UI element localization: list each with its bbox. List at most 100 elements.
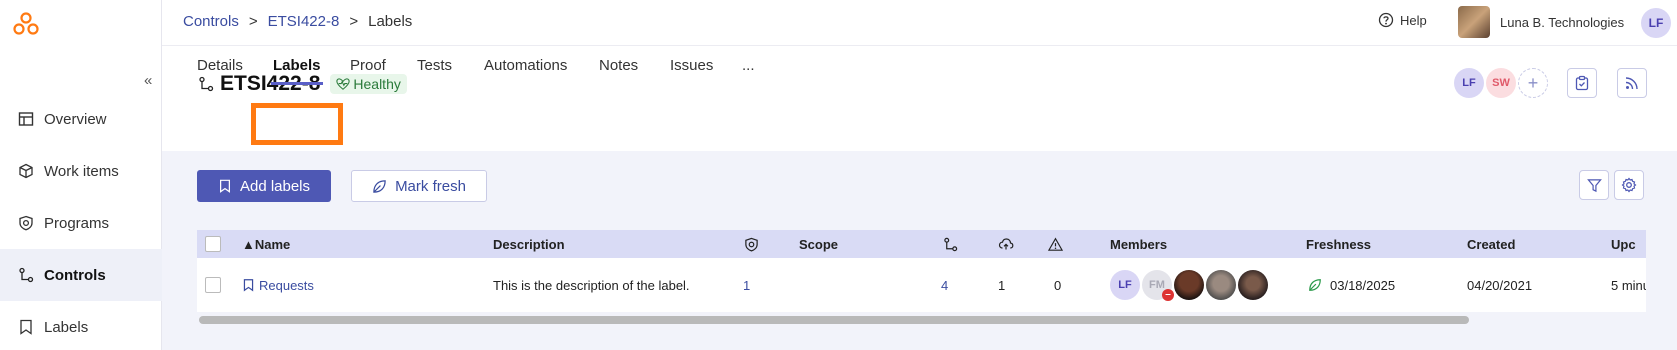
- row-checkbox[interactable]: [205, 277, 221, 293]
- sidebar-item-label: Overview: [44, 110, 107, 128]
- table-horizontal-scrollbar[interactable]: [197, 316, 1646, 324]
- org-switcher[interactable]: Luna B. Technologies: [1458, 6, 1624, 38]
- bookmark-icon: [243, 279, 254, 292]
- label-description: This is the description of the label.: [493, 277, 690, 293]
- select-all-cell: [205, 230, 221, 258]
- member-photo-avatar[interactable]: [1174, 270, 1204, 300]
- member-avatar-inactive[interactable]: FM –: [1142, 270, 1174, 301]
- sidebar-item-label: Controls: [44, 266, 106, 284]
- tab-issues[interactable]: Issues: [670, 46, 713, 85]
- overview-icon: [18, 111, 34, 127]
- table-row[interactable]: Requests This is the description of the …: [197, 258, 1646, 312]
- col-created[interactable]: Created: [1467, 230, 1515, 258]
- breadcrumb-control-id[interactable]: ETSI422-8: [268, 13, 340, 30]
- filter-icon: [1586, 178, 1602, 192]
- col-members[interactable]: Members: [1110, 230, 1167, 258]
- col-updated[interactable]: Upc: [1611, 230, 1636, 258]
- sidebar-item-label: Programs: [44, 214, 110, 232]
- scrollbar-thumb[interactable]: [199, 316, 1469, 324]
- rss-icon: [1625, 77, 1638, 90]
- col-freshness[interactable]: Freshness: [1306, 230, 1371, 258]
- org-name: Luna B. Technologies: [1500, 14, 1625, 30]
- col-issues[interactable]: [1048, 230, 1063, 258]
- leaf-icon: [373, 179, 386, 193]
- org-avatar: [1458, 6, 1490, 38]
- mark-fresh-button[interactable]: Mark fresh: [351, 170, 487, 202]
- add-owner-button[interactable]: +: [1518, 68, 1548, 98]
- sidebar-item-programs[interactable]: Programs: [0, 197, 162, 249]
- member-photo-avatar[interactable]: [1206, 270, 1236, 300]
- breadcrumb-controls[interactable]: Controls: [183, 13, 239, 30]
- leaf-icon: [1309, 279, 1321, 291]
- col-description[interactable]: Description: [493, 230, 565, 258]
- created-date: 04/20/2021: [1467, 277, 1533, 293]
- select-all-checkbox[interactable]: [205, 236, 221, 252]
- programs-count[interactable]: 1: [743, 258, 750, 312]
- controls-icon: [944, 237, 958, 251]
- updated-time: 5 minu: [1611, 277, 1646, 293]
- sidebar: « Overview Work items Programs Controls …: [0, 0, 162, 350]
- settings-button[interactable]: [1614, 170, 1644, 200]
- breadcrumb: Controls > ETSI422-8 > Labels: [183, 13, 412, 30]
- sidebar-item-labels[interactable]: Labels: [0, 301, 162, 350]
- label-name: Requests: [259, 277, 314, 293]
- user-avatar[interactable]: LF: [1641, 8, 1671, 38]
- tabs-more[interactable]: ...: [742, 46, 755, 85]
- bookmark-plus-icon: [219, 179, 230, 193]
- add-labels-label: Add labels: [239, 177, 311, 195]
- table-header: ▲Name Description Scope Members Freshnes…: [197, 230, 1646, 258]
- help-link[interactable]: Help: [1378, 12, 1427, 28]
- box-icon: [18, 163, 34, 179]
- member-photo-avatar[interactable]: [1238, 270, 1268, 300]
- collapse-sidebar-icon[interactable]: «: [144, 72, 152, 89]
- label-name-link[interactable]: Requests: [242, 258, 314, 312]
- labels-table: ▲Name Description Scope Members Freshnes…: [197, 230, 1646, 312]
- controls-icon: [18, 267, 34, 283]
- member-avatar[interactable]: LF: [1110, 270, 1140, 300]
- tab-automations[interactable]: Automations: [484, 46, 567, 85]
- controls-count[interactable]: 4: [941, 258, 948, 312]
- breadcrumb-separator: >: [349, 13, 359, 30]
- automations-count: 1: [998, 277, 1006, 293]
- owner-avatars: LF SW +: [1454, 68, 1548, 98]
- freshness-cell: 03/18/2025: [1308, 258, 1395, 312]
- clipboard-icon: [1575, 75, 1589, 91]
- tab-tests[interactable]: Tests: [417, 46, 452, 85]
- bookmark-icon: [18, 319, 34, 335]
- col-scope[interactable]: Scope: [799, 230, 838, 258]
- row-select-cell: [205, 258, 221, 312]
- app-logo[interactable]: [12, 12, 40, 36]
- breadcrumb-separator: >: [248, 13, 258, 30]
- breadcrumb-current: Labels: [368, 13, 413, 30]
- col-programs[interactable]: [744, 230, 759, 258]
- freshness-date: 03/18/2025: [1330, 277, 1396, 293]
- sidebar-item-overview[interactable]: Overview: [0, 93, 162, 145]
- col-automations[interactable]: [998, 230, 1014, 258]
- tab-notes[interactable]: Notes: [599, 46, 638, 85]
- member-initials: FM: [1149, 279, 1165, 291]
- labels-tab-highlight: [251, 103, 343, 145]
- filter-button[interactable]: [1579, 170, 1609, 200]
- add-labels-button[interactable]: Add labels: [197, 170, 331, 202]
- col-controls[interactable]: [943, 230, 958, 258]
- shield-icon: [745, 237, 758, 252]
- col-name[interactable]: ▲Name: [242, 230, 290, 258]
- help-label: Help: [1400, 12, 1427, 28]
- shield-icon: [18, 215, 34, 231]
- topbar: Controls > ETSI422-8 > Labels Help Luna …: [162, 0, 1677, 46]
- removed-badge-icon: –: [1162, 289, 1174, 301]
- clipboard-button[interactable]: [1567, 68, 1597, 98]
- avatar-member[interactable]: SW: [1486, 68, 1516, 98]
- feed-button[interactable]: [1617, 68, 1647, 98]
- avatar-owner[interactable]: LF: [1454, 68, 1484, 98]
- help-icon: [1378, 12, 1394, 28]
- sidebar-item-controls[interactable]: Controls: [0, 249, 162, 301]
- sidebar-item-work-items[interactable]: Work items: [0, 145, 162, 197]
- tab-details[interactable]: Details: [197, 46, 243, 85]
- gear-icon: [1621, 177, 1637, 193]
- tab-proof[interactable]: Proof: [350, 46, 386, 85]
- heartbeat-icon: [336, 78, 351, 90]
- issues-count: 0: [1054, 277, 1062, 293]
- sidebar-item-label: Labels: [44, 318, 89, 336]
- tab-labels[interactable]: Labels: [271, 46, 323, 85]
